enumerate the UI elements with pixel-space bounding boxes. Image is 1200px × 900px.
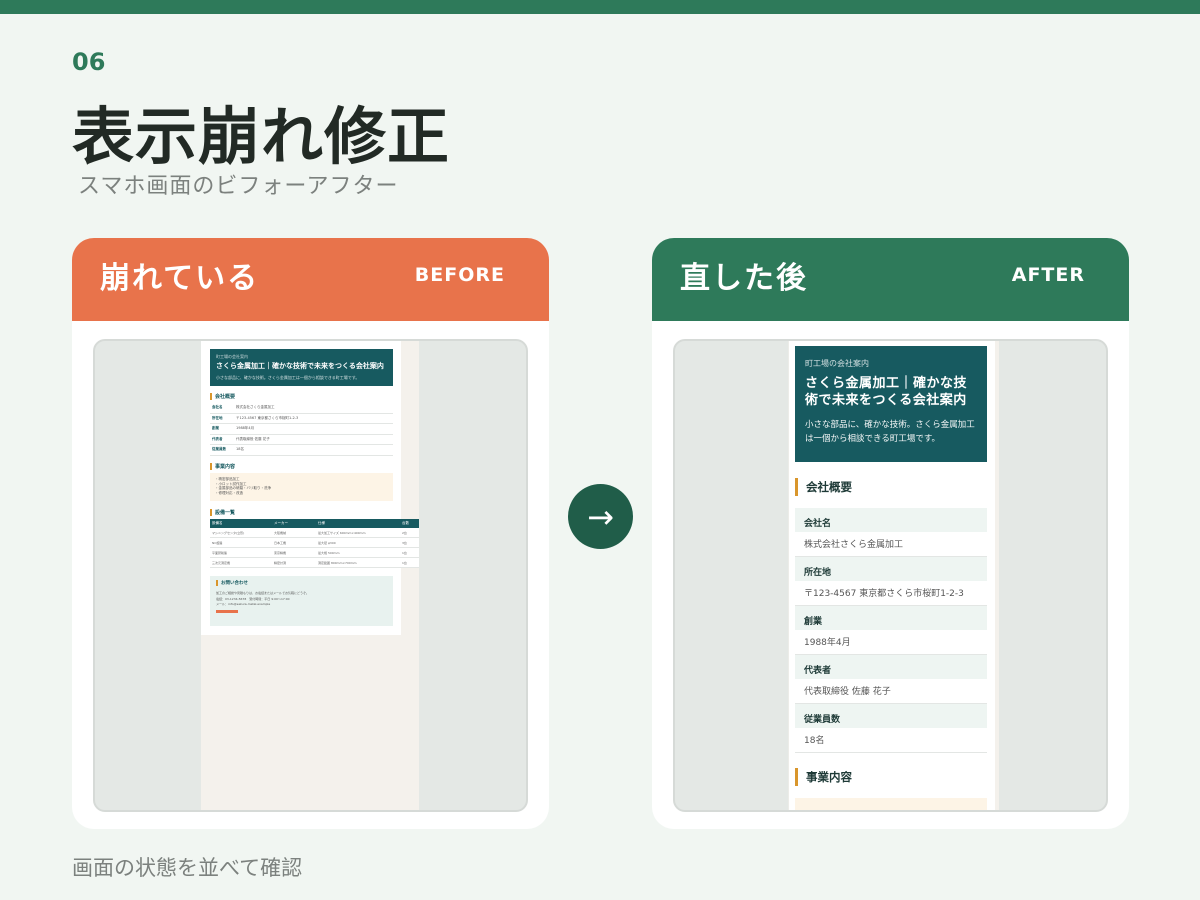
- before-hero: 町工場の会社案内 さくら金属加工｜確かな技術で未来をつくる会社案内 小さな部品に…: [210, 349, 393, 386]
- before-equipment-heading: 設備一覧: [210, 509, 235, 516]
- list-item: 創業 1988年4月: [795, 606, 987, 655]
- after-page: 町工場の会社案内 さくら金属加工｜確かな技術で未来をつくる会社案内 小さな部品に…: [789, 341, 999, 810]
- section-number: 06: [72, 48, 106, 76]
- row-label: 従業員数: [212, 447, 226, 452]
- before-business-heading: 事業内容: [210, 463, 235, 470]
- before-tag: BEFORE: [414, 263, 505, 286]
- table-row: NC旋盤 日本工機 最大径 φ300 3台: [210, 538, 419, 548]
- table-row: マシニングセンタ(立形) 大阪機械 最大加工サイズ 600mm×400mm 2台: [210, 528, 419, 538]
- arrow-right-icon: →: [568, 484, 633, 549]
- before-hero-lead: 小さな部品に、確かな技術。さくら金属加工は一個から相談できる町工場です。: [216, 375, 360, 380]
- before-hero-eyebrow: 町工場の会社案内: [216, 354, 248, 359]
- after-overview-list: 会社名株式会社さくら金属加工 所在地〒123-4567 東京都さくら市桜町1-2…: [795, 508, 987, 753]
- before-card-header: 崩れている BEFORE: [72, 238, 549, 321]
- item-value: 代表取締役 佐藤 花子: [804, 687, 891, 697]
- after-hero-heading: さくら金属加工｜確かな技術で未来をつくる会社案内: [805, 376, 968, 408]
- after-hero-lead: 小さな部品に、確かな技術。さくら金属加工は一個から相談できる町工場です。: [805, 420, 975, 444]
- table-cell: 三次元測定機: [212, 560, 231, 565]
- after-card: 直した後 AFTER 町工場の会社案内 さくら金属加工｜確かな技術で未来をつくる…: [652, 238, 1129, 829]
- column-header: 台数: [402, 521, 409, 525]
- item-label: 創業: [795, 606, 987, 630]
- item-value: 18名: [804, 736, 825, 746]
- column-header: 仕様: [318, 521, 325, 525]
- row-label: 会社名: [212, 405, 223, 410]
- contact-line: メール：info@sakura-metal.example: [216, 602, 271, 606]
- item-value: 1988年4月: [804, 638, 851, 648]
- before-overview-heading: 会社概要: [210, 393, 235, 400]
- item-label: 代表者: [795, 655, 987, 679]
- row-label: 創業: [212, 426, 219, 431]
- table-cell: 大阪機械: [274, 530, 287, 535]
- table-cell: 最大幅 500mm: [318, 550, 340, 555]
- row-value: 1988年4月: [236, 426, 255, 431]
- after-card-title: 直した後: [680, 260, 808, 296]
- table-row: 平面研削盤 東京精機 最大幅 500mm 1台: [210, 548, 419, 558]
- before-card-title: 崩れている: [100, 260, 260, 296]
- item-value: 〒123-4567 東京都さくら市桜町1-2-3: [804, 589, 964, 599]
- before-overview-table: 会社名 株式会社さくら金属加工 所在地 〒123-4567 東京都さくら市桜町1-2…: [210, 403, 393, 456]
- table-row: 所在地 〒123-4567 東京都さくら市桜町1-2-3: [210, 414, 393, 424]
- row-label: 所在地: [212, 415, 223, 420]
- after-hero-eyebrow: 町工場の会社案内: [805, 359, 869, 368]
- page-title: 表示崩れ修正: [72, 100, 451, 173]
- before-card: 崩れている BEFORE 町工場の会社案内 さくら金属加工｜確かな技術で未来をつ…: [72, 238, 549, 829]
- row-value: 18名: [236, 447, 244, 452]
- column-header: メーカー: [274, 521, 288, 525]
- after-card-header: 直した後 AFTER: [652, 238, 1129, 321]
- item-label: 従業員数: [795, 704, 987, 728]
- before-business-list: ・精密部品加工 ・小ロット試作加工 ・金属部品の研磨・バリ取り・洗浄 ・修理対応…: [210, 473, 393, 501]
- before-contact-heading: お問い合わせ: [216, 580, 387, 586]
- list-item: 会社名株式会社さくら金属加工: [795, 508, 987, 557]
- table-cell: 最大径 φ300: [318, 540, 336, 545]
- list-item: 所在地〒123-4567 東京都さくら市桜町1-2-3: [795, 557, 987, 606]
- table-cell: 東京精機: [274, 550, 287, 555]
- before-equipment-table: 設備名 メーカー 仕様 台数 マシニングセンタ(立形) 大阪機械 最大加工サイズ…: [210, 519, 419, 568]
- table-cell: 1台: [402, 550, 407, 555]
- table-header: 設備名 メーカー 仕様 台数: [210, 519, 419, 528]
- item-label: 会社名: [795, 508, 987, 532]
- before-screenshot: 町工場の会社案内 さくら金属加工｜確かな技術で未来をつくる会社案内 小さな部品に…: [93, 339, 528, 812]
- table-cell: 1台: [402, 560, 407, 565]
- table-cell: 平面研削盤: [212, 550, 228, 555]
- table-cell: 精密計測: [274, 560, 287, 565]
- column-header: 設備名: [212, 521, 223, 525]
- table-cell: 測定範囲 800mm×700mm: [318, 560, 357, 565]
- row-value: 株式会社さくら金属加工: [236, 405, 275, 410]
- table-cell: 日本工機: [274, 540, 287, 545]
- after-tag: AFTER: [1011, 263, 1085, 286]
- before-hero-heading: さくら金属加工｜確かな技術で未来をつくる会社案内: [216, 362, 384, 370]
- list-item: 従業員数 18名: [795, 704, 987, 753]
- table-row: 代表者 代表取締役 佐藤 花子: [210, 435, 393, 445]
- table-cell: NC旋盤: [212, 540, 223, 545]
- item-value: 株式会社さくら金属加工: [804, 540, 904, 550]
- after-business-box: [795, 798, 987, 810]
- after-hero: 町工場の会社案内 さくら金属加工｜確かな技術で未来をつくる会社案内 小さな部品に…: [795, 346, 987, 462]
- table-cell: マシニングセンタ(立形): [212, 530, 245, 535]
- table-row: 三次元測定機 精密計測 測定範囲 800mm×700mm 1台: [210, 558, 419, 568]
- top-accent-bar: [0, 0, 1200, 14]
- after-screenshot: 町工場の会社案内 さくら金属加工｜確かな技術で未来をつくる会社案内 小さな部品に…: [673, 339, 1108, 812]
- table-cell: 最大加工サイズ 600mm×400mm: [318, 530, 366, 535]
- caption: 画面の状態を並べて確認: [72, 856, 303, 880]
- after-business-heading: 事業内容: [795, 768, 852, 786]
- before-page: 町工場の会社案内 さくら金属加工｜確かな技術で未来をつくる会社案内 小さな部品に…: [201, 341, 419, 635]
- after-overview-heading: 会社概要: [795, 478, 852, 496]
- table-cell: 3台: [402, 540, 407, 545]
- table-cell: 2台: [402, 530, 407, 535]
- before-contact-button: [216, 609, 238, 613]
- table-row: 会社名 株式会社さくら金属加工: [210, 403, 393, 414]
- row-value: 代表取締役 佐藤 花子: [236, 436, 270, 441]
- before-contact-box: お問い合わせ 加工のご相談や見積もりは、お電話またはメールでお気軽にどうぞ。 電…: [210, 576, 393, 626]
- row-value: 〒123-4567 東京都さくら市桜町1-2-3: [236, 415, 299, 420]
- list-item: ・修理対応・改造: [215, 490, 243, 495]
- row-label: 代表者: [212, 436, 223, 441]
- page-subtitle: スマホ画面のビフォーアフター: [78, 174, 399, 199]
- list-item: 代表者代表取締役 佐藤 花子: [795, 655, 987, 704]
- item-label: 所在地: [795, 557, 987, 581]
- table-row: 従業員数 18名: [210, 445, 393, 456]
- table-row: 創業 1988年4月: [210, 424, 393, 435]
